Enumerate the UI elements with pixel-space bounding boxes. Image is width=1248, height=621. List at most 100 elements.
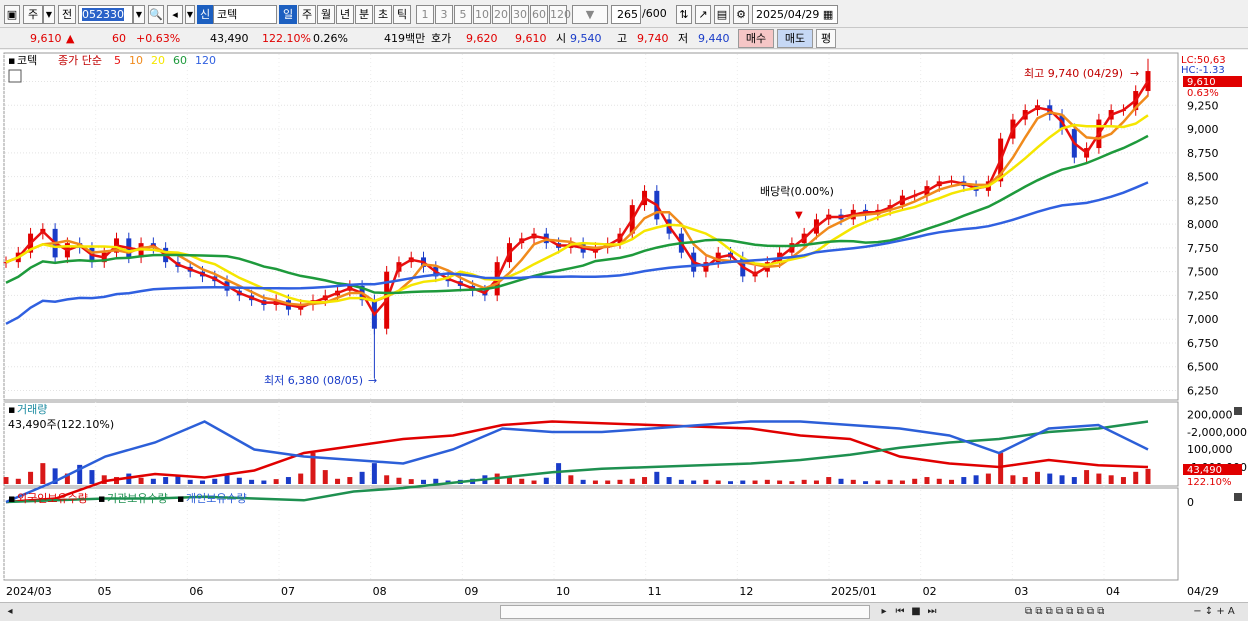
x-label-11: 03 — [1014, 585, 1028, 598]
volume-bar — [322, 470, 328, 484]
holdings-lines — [5, 420, 1149, 504]
stock-chart[interactable]: 6,250 6,500 6,750 7,000 7,250 7,500 7,750 8,000… — [0, 50, 1248, 602]
interval-tab-20[interactable]: 20 — [492, 5, 510, 24]
y-tick-8250: 8,250 — [1187, 194, 1219, 207]
speaker-icon[interactable]: ◂ — [167, 5, 183, 24]
volume-bar — [1010, 475, 1016, 484]
volume-bar — [261, 480, 267, 484]
code-input[interactable]: 052330 — [78, 5, 133, 24]
volume-bar — [150, 478, 156, 484]
code-value: 052330 — [82, 8, 124, 21]
scroll-right-icon[interactable]: ▸ — [878, 605, 890, 619]
chart-area[interactable]: 6,250 6,500 6,750 7,000 7,250 7,500 7,750 8,000… — [0, 50, 1248, 602]
legend-ma-10: 10 — [129, 54, 143, 67]
interval-tab-10[interactable]: 10 — [473, 5, 491, 24]
volume-bar — [912, 478, 918, 484]
window-icon[interactable]: ▣ — [4, 5, 20, 24]
low-label: 저 — [678, 32, 689, 45]
change: 60 — [112, 32, 126, 45]
y-tick-7750: 7,750 — [1187, 242, 1219, 255]
period-tab-4[interactable]: 분 — [355, 5, 373, 24]
volume-bar — [1096, 473, 1102, 484]
save-icon[interactable]: ▤ — [714, 5, 730, 24]
stop-icon[interactable]: ■ — [909, 605, 923, 619]
scroll-left-icon[interactable]: ◂ — [4, 605, 16, 619]
y-tick-7250: 7,250 — [1187, 289, 1219, 302]
volume-bar — [789, 481, 795, 484]
interval-tab-1[interactable]: 1 — [416, 5, 434, 24]
y-tick-6250: 6,250 — [1187, 384, 1219, 397]
chart-tools-icon[interactable]: ⇅ — [676, 5, 692, 24]
high-arrow-icon: → — [1130, 67, 1139, 80]
interval-tab-30[interactable]: 30 — [511, 5, 529, 24]
layout-icons[interactable]: ⧉ ⧉ ⧉ ⧉ ⧉ ⧉ ⧉ ⧉ — [1025, 605, 1145, 619]
volume-bar — [998, 452, 1004, 484]
period-tab-0[interactable]: 일 — [279, 5, 297, 24]
stock-name-field[interactable]: 코텍 — [213, 5, 277, 24]
volume-bar — [899, 480, 905, 484]
x-label-2: 06 — [189, 585, 203, 598]
scrollbar[interactable]: ◂ ▸ ⏮ ■ ⏭ ⧉ ⧉ ⧉ ⧉ ⧉ ⧉ ⧉ ⧉ − ↕ + A — [0, 602, 1248, 621]
ma-line-60 — [5, 134, 1149, 295]
volume-bar — [801, 479, 807, 484]
volume-bar — [777, 480, 783, 484]
type-select[interactable]: 주 — [23, 5, 43, 24]
legend-ma-20: 20 — [151, 54, 165, 67]
next-icon[interactable]: ⏭ — [925, 605, 939, 619]
gear-icon[interactable]: ⚙ — [733, 5, 749, 24]
interval-tab-120[interactable]: 120 — [549, 5, 571, 24]
first-icon[interactable]: ⏮ — [893, 605, 907, 619]
calendar-icon[interactable] — [8, 69, 22, 83]
volume-last-label: 43,490 — [1187, 465, 1222, 476]
volume-bar — [1108, 475, 1114, 484]
volume-bar — [813, 480, 819, 484]
volume-title: 거래량 — [17, 403, 47, 416]
volume-close-icon[interactable] — [1234, 407, 1242, 415]
sell-label: 매도 — [784, 32, 806, 45]
volume-bar — [273, 479, 279, 484]
interval-select[interactable]: ▼ — [572, 5, 608, 24]
x-label-3: 07 — [281, 585, 295, 598]
period-tab-2[interactable]: 월 — [317, 5, 335, 24]
sell-button[interactable]: 매도 — [777, 29, 813, 48]
bid-price: 9,610 — [515, 32, 547, 45]
draw-icon[interactable]: ↗ — [695, 5, 711, 24]
volume-bar — [936, 478, 942, 484]
period-tab-5[interactable]: 초 — [374, 5, 392, 24]
period-tab-6[interactable]: 틱 — [393, 5, 411, 24]
volume-bar — [875, 480, 881, 484]
buy-button[interactable]: 매수 — [738, 29, 774, 48]
count-total: /600 — [642, 7, 667, 20]
zoom-controls[interactable]: − ↕ + A — [1185, 605, 1243, 619]
y-tick-9250: 9,250 — [1187, 99, 1219, 112]
count-input[interactable]: 265 — [611, 5, 641, 24]
stock-name: 코텍 — [217, 8, 238, 21]
date-input[interactable]: 2025/04/29 ▦ — [752, 5, 838, 24]
volume-bar — [703, 479, 709, 484]
x-label-12: 04 — [1106, 585, 1120, 598]
interval-tab-5[interactable]: 5 — [454, 5, 472, 24]
volume-bar — [1120, 477, 1126, 484]
avg-button[interactable]: 평 — [816, 29, 836, 48]
holdings-close-icon[interactable] — [1234, 493, 1242, 501]
period-tab-3[interactable]: 년 — [336, 5, 354, 24]
hold-tick--2000000: -2,000,000 — [1187, 426, 1247, 439]
search-icon[interactable]: 🔍 — [148, 5, 164, 24]
quote-bar: 9,610 ▲ 60 +0.63% 43,490 122.10% 0.26% 4… — [0, 28, 1248, 49]
y-tick-6750: 6,750 — [1187, 337, 1219, 350]
volume-bar — [224, 475, 230, 484]
scroll-thumb[interactable] — [500, 605, 870, 619]
period-tab-1[interactable]: 주 — [298, 5, 316, 24]
chevron-down-icon[interactable]: ▼ — [43, 5, 55, 24]
code-dropdown-icon[interactable]: ▼ — [133, 5, 145, 24]
prev-button[interactable]: 전 — [58, 5, 76, 24]
date-value: 2025/04/29 — [756, 8, 820, 21]
y-tick-8750: 8,750 — [1187, 147, 1219, 160]
interval-tab-3[interactable]: 3 — [435, 5, 453, 24]
ma-line-5 — [5, 80, 1150, 317]
volume-bars — [3, 452, 1151, 484]
interval-tab-60[interactable]: 60 — [530, 5, 548, 24]
toolbar: ▣ 주 ▼ 전 052330 ▼ 🔍 ◂ ▼ 신 코텍 일주월년분초틱 1351… — [0, 0, 1248, 28]
holding-legend-1: 기관보유수량 — [107, 492, 168, 505]
speaker-dropdown-icon[interactable]: ▼ — [185, 5, 195, 24]
